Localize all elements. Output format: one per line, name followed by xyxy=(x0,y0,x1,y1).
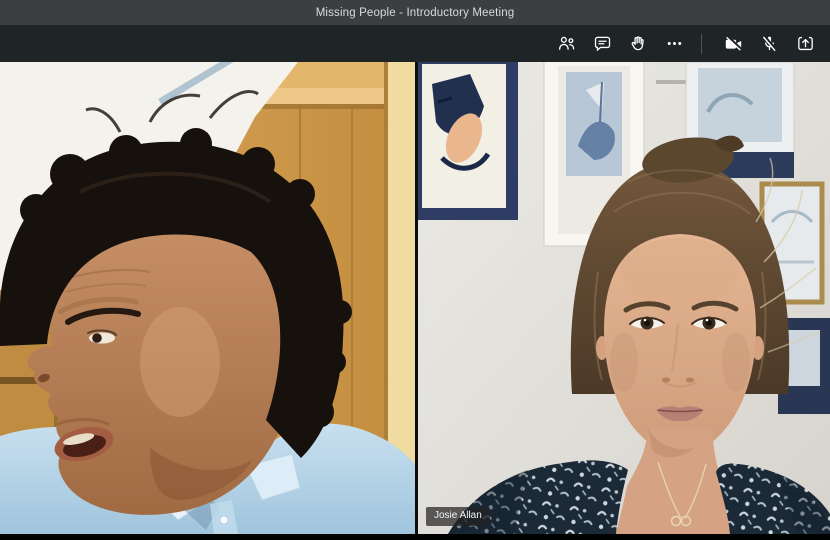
share-button[interactable] xyxy=(791,29,820,58)
participant-name-badge: Josie Allan xyxy=(426,507,490,526)
camera-off-icon xyxy=(723,33,744,54)
more-options-button[interactable] xyxy=(660,29,689,58)
video-tile-right[interactable]: Josie Allan xyxy=(418,62,830,534)
left-participant-video xyxy=(0,62,415,534)
participants-button[interactable] xyxy=(552,29,581,58)
mic-muted-icon xyxy=(759,33,780,54)
chat-button[interactable] xyxy=(588,29,617,58)
toolbar-divider xyxy=(701,33,702,54)
meeting-titlebar: Missing People - Introductory Meeting xyxy=(0,0,830,25)
mic-toggle-button[interactable] xyxy=(755,29,784,58)
chat-bubble-icon xyxy=(592,33,613,54)
raise-hand-button[interactable] xyxy=(624,29,653,58)
ellipsis-icon xyxy=(664,33,685,54)
window-bottom-edge xyxy=(0,534,830,540)
meeting-toolbar xyxy=(0,25,830,62)
meeting-window: Missing People - Introductory Meeting Jo… xyxy=(0,0,830,540)
meeting-title: Missing People - Introductory Meeting xyxy=(315,6,515,19)
video-stage: Josie Allan xyxy=(0,62,830,534)
camera-toggle-button[interactable] xyxy=(719,29,748,58)
share-tray-icon xyxy=(795,33,816,54)
video-tile-left[interactable] xyxy=(0,62,415,534)
people-icon xyxy=(556,33,577,54)
right-participant-video xyxy=(418,62,830,534)
hand-icon xyxy=(628,33,649,54)
